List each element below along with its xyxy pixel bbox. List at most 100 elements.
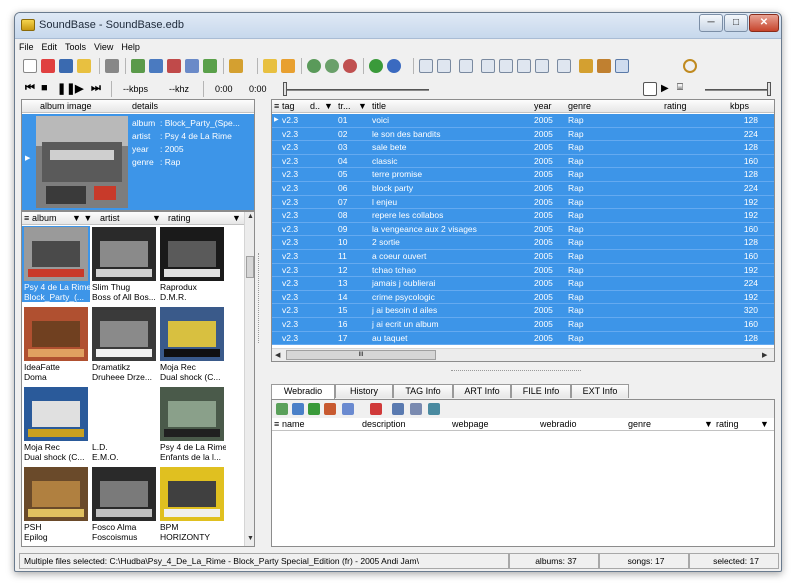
export-icon[interactable]: [597, 59, 611, 73]
columns-menu-icon[interactable]: ≡: [24, 212, 29, 224]
open-folder-icon[interactable]: [77, 59, 91, 73]
track-row[interactable]: v2.3 11 a coeur ouvert 2005 Rap 160: [272, 250, 774, 264]
album-tile[interactable]: IdeaFatte Doma: [23, 306, 89, 384]
track-row[interactable]: ▶ v2.3 01 voici 2005 Rap 128: [272, 114, 774, 128]
maximize-button[interactable]: □: [724, 14, 748, 32]
album-browser-scrollbar[interactable]: ▲ ▼: [244, 212, 254, 546]
menu-view[interactable]: View: [90, 40, 117, 52]
pause-icon[interactable]: ❚❚: [57, 82, 75, 95]
export-station-icon[interactable]: [324, 403, 336, 415]
view-grid-icon[interactable]: [131, 59, 145, 73]
next-icon[interactable]: ⏭: [91, 82, 101, 95]
seek-thumb[interactable]: [283, 82, 287, 96]
panel-icon[interactable]: [419, 59, 433, 73]
layout4-icon[interactable]: [535, 59, 549, 73]
layout1-icon[interactable]: [481, 59, 495, 73]
stop-icon[interactable]: ■: [41, 82, 48, 94]
prev-icon[interactable]: ⏮: [25, 82, 35, 95]
header-details[interactable]: details: [132, 100, 158, 112]
track-row[interactable]: v2.3 09 la vengeance aux 2 visages 2005 Rap 1…: [272, 222, 774, 237]
close-button[interactable]: ✕: [749, 14, 779, 32]
view-table-icon[interactable]: [185, 59, 199, 73]
album-tile[interactable]: L.D. E.M.O.: [91, 386, 157, 464]
web-icon[interactable]: [369, 59, 383, 73]
header-description[interactable]: description: [362, 418, 406, 430]
album-tile[interactable]: Dramatikz Druheee Drze...: [91, 306, 157, 384]
track-row[interactable]: v2.3 08 repere les collabos 2005 Rap 192: [272, 209, 774, 223]
panel2-icon[interactable]: [437, 59, 451, 73]
delete-station-icon[interactable]: [370, 403, 382, 415]
track-row[interactable]: v2.3 03 sale bete 2005 Rap 128: [272, 141, 774, 155]
track-row[interactable]: v2.3 15 j ai besoin d ailes 2005 Rap 320: [272, 304, 774, 318]
album-tile[interactable]: PSH Epilog: [23, 466, 89, 544]
save-icon[interactable]: [59, 59, 73, 73]
properties-icon[interactable]: [392, 403, 404, 415]
globe-icon[interactable]: [387, 59, 401, 73]
sort-down-icon[interactable]: ▼ ▼: [72, 212, 92, 224]
horizontal-splitter[interactable]: [451, 370, 581, 372]
menu-help[interactable]: Help: [117, 40, 144, 52]
header-track[interactable]: tr...: [338, 100, 351, 112]
action-icon[interactable]: [229, 59, 243, 73]
detail-row[interactable]: ▶ album: Block_Party_(Spe... artist: Psy…: [22, 114, 254, 210]
album-tile[interactable]: Moja Rec Dual shock (C...: [159, 306, 225, 384]
cd-icon[interactable]: [307, 59, 321, 73]
tab-tag-info[interactable]: TAG Info: [393, 384, 453, 398]
minimize-button[interactable]: ─: [699, 14, 723, 32]
header-webpage[interactable]: webpage: [452, 418, 489, 430]
view-tag-icon[interactable]: [203, 59, 217, 73]
panel3-icon[interactable]: [459, 59, 473, 73]
header-album[interactable]: album: [32, 212, 57, 224]
edit-station-icon[interactable]: [292, 403, 304, 415]
folder-icon[interactable]: [263, 59, 277, 73]
play-icon[interactable]: ▶: [75, 82, 83, 95]
layout5-icon[interactable]: [557, 59, 571, 73]
view-list-icon[interactable]: [149, 59, 163, 73]
webradio-columns-icon[interactable]: ≡: [274, 418, 279, 430]
track-row[interactable]: v2.3 10 2 sortie 2005 Rap 128: [272, 236, 774, 250]
new-db-icon[interactable]: [41, 59, 55, 73]
album-tile[interactable]: Slim Thug Boss of All Bos...: [91, 226, 157, 304]
sort-rating-icon[interactable]: ▼: [704, 418, 713, 430]
header-title[interactable]: title: [372, 100, 386, 112]
equalizer-icon[interactable]: ⌸: [677, 82, 683, 93]
track-row[interactable]: v2.3 14 crime psycologic 2005 Rap 192: [272, 290, 774, 305]
album-tile[interactable]: Fosco Alma Foscoismus: [91, 466, 157, 544]
track-row[interactable]: v2.3 06 block party 2005 Rap 224: [272, 182, 774, 196]
hscroll-thumb[interactable]: III: [286, 350, 436, 360]
album-tile[interactable]: Psy 4 de La Rime Enfants de la l...: [159, 386, 226, 464]
sort-artist-icon[interactable]: ▼: [152, 212, 161, 224]
header-d[interactable]: d..: [310, 100, 320, 112]
refresh-icon[interactable]: [428, 403, 440, 415]
folder-music-icon[interactable]: [281, 59, 295, 73]
seek-slider[interactable]: [283, 89, 429, 91]
toggle-icon[interactable]: [615, 59, 629, 73]
menu-tools[interactable]: Tools: [61, 40, 90, 52]
album-tile[interactable]: Psy 4 de La Rime Block_Party_(...: [23, 226, 90, 304]
search-icon[interactable]: [683, 59, 697, 73]
track-columns-icon[interactable]: ≡: [274, 100, 279, 112]
header-artist[interactable]: artist: [100, 212, 120, 224]
list-view-icon[interactable]: [643, 82, 657, 96]
track-row[interactable]: v2.3 02 le son des bandits 2005 Rap 224: [272, 127, 774, 142]
settings-icon[interactable]: [410, 403, 422, 415]
header-rating[interactable]: rating: [664, 100, 687, 112]
header-tag[interactable]: tag: [282, 100, 295, 112]
scroll-right-icon[interactable]: ▶: [762, 351, 767, 359]
track-row[interactable]: v2.3 07 l enjeu 2005 Rap 192: [272, 195, 774, 210]
header-genre[interactable]: genre: [628, 418, 651, 430]
list-station-icon[interactable]: [342, 403, 354, 415]
layout2-icon[interactable]: [499, 59, 513, 73]
scroll-up-icon[interactable]: ▲: [247, 213, 254, 220]
layout3-icon[interactable]: [517, 59, 531, 73]
header-webradio[interactable]: webradio: [540, 418, 577, 430]
import-station-icon[interactable]: [308, 403, 320, 415]
new-file-icon[interactable]: [23, 59, 37, 73]
volume-thumb[interactable]: [767, 82, 771, 96]
track-row[interactable]: v2.3 16 j ai ecrit un album 2005 Rap 160: [272, 318, 774, 332]
scroll-down-icon[interactable]: ▼: [247, 535, 254, 542]
header-album-image[interactable]: album image: [40, 100, 92, 112]
tools-icon[interactable]: [105, 59, 119, 73]
tab-ext-info[interactable]: EXT Info: [571, 384, 629, 398]
header-genre[interactable]: genre: [568, 100, 591, 112]
